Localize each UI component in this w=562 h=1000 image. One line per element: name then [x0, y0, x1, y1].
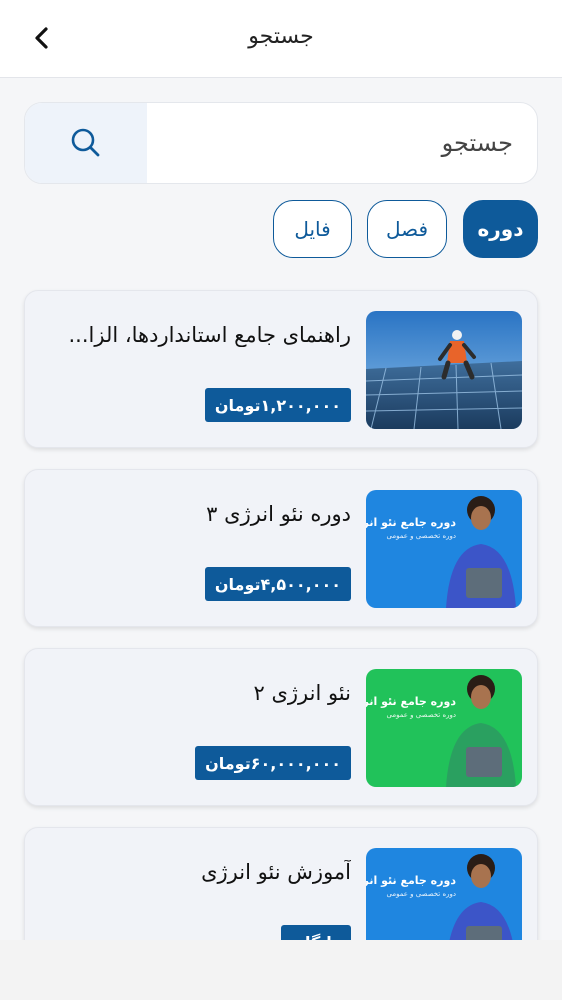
search-icon: [71, 128, 100, 157]
app-header: جستجو: [0, 0, 562, 78]
result-thumbnail: دوره جامع نئو انرژی دوره تخصصی و عمومی: [366, 669, 522, 787]
result-thumbnail: دوره جامع نئو انرژی دوره تخصصی و عمومی: [366, 848, 522, 940]
filter-chip-chapter[interactable]: فصل: [367, 200, 447, 258]
result-title: نئو انرژی ۲: [253, 681, 351, 705]
search-input[interactable]: [147, 103, 537, 183]
result-title: راهنمای جامع استانداردها، الزا...: [68, 323, 352, 347]
result-thumbnail: [366, 311, 522, 429]
thumbnail-promo-text: دوره جامع نئو انرژی دوره تخصصی و عمومی: [366, 874, 456, 898]
result-price-badge: ۶۰,۰۰۰,۰۰۰تومان: [195, 746, 351, 780]
search-bar: [24, 102, 538, 184]
bottom-bar: [0, 940, 562, 1000]
result-price-badge: ۴,۵۰۰,۰۰۰تومان: [204, 567, 351, 601]
result-card[interactable]: راهنمای جامع استانداردها، الزا... ۱,۲۰۰,…: [24, 290, 538, 448]
filter-chip-course[interactable]: دوره: [463, 200, 538, 258]
result-price-badge: ۱,۲۰۰,۰۰۰تومان: [204, 388, 351, 422]
results-list: راهنمای جامع استانداردها، الزا... ۱,۲۰۰,…: [0, 288, 562, 940]
result-price-badge: رایگان: [281, 925, 351, 940]
result-card[interactable]: دوره جامع نئو انرژی دوره تخصصی و عمومی ن…: [24, 648, 538, 806]
result-card[interactable]: دوره جامع نئو انرژی دوره تخصصی و عمومی آ…: [24, 827, 538, 940]
page-title: جستجو: [248, 24, 314, 49]
thumbnail-promo-text: دوره جامع نئو انرژی دوره تخصصی و عمومی: [366, 695, 456, 719]
result-thumbnail: دوره جامع نئو انرژی دوره تخصصی و عمومی: [366, 490, 522, 608]
filter-chips: دوره فصل فایل: [0, 200, 562, 260]
result-title: آموزش نئو انرژی: [201, 860, 351, 884]
search-button[interactable]: [25, 103, 147, 183]
result-card[interactable]: دوره جامع نئو انرژی دوره تخصصی و عمومی د…: [24, 469, 538, 627]
result-title: دوره نئو انرژی ۳: [206, 502, 351, 526]
filter-chip-file[interactable]: فایل: [273, 200, 352, 258]
thumbnail-promo-text: دوره جامع نئو انرژی دوره تخصصی و عمومی: [366, 516, 456, 540]
